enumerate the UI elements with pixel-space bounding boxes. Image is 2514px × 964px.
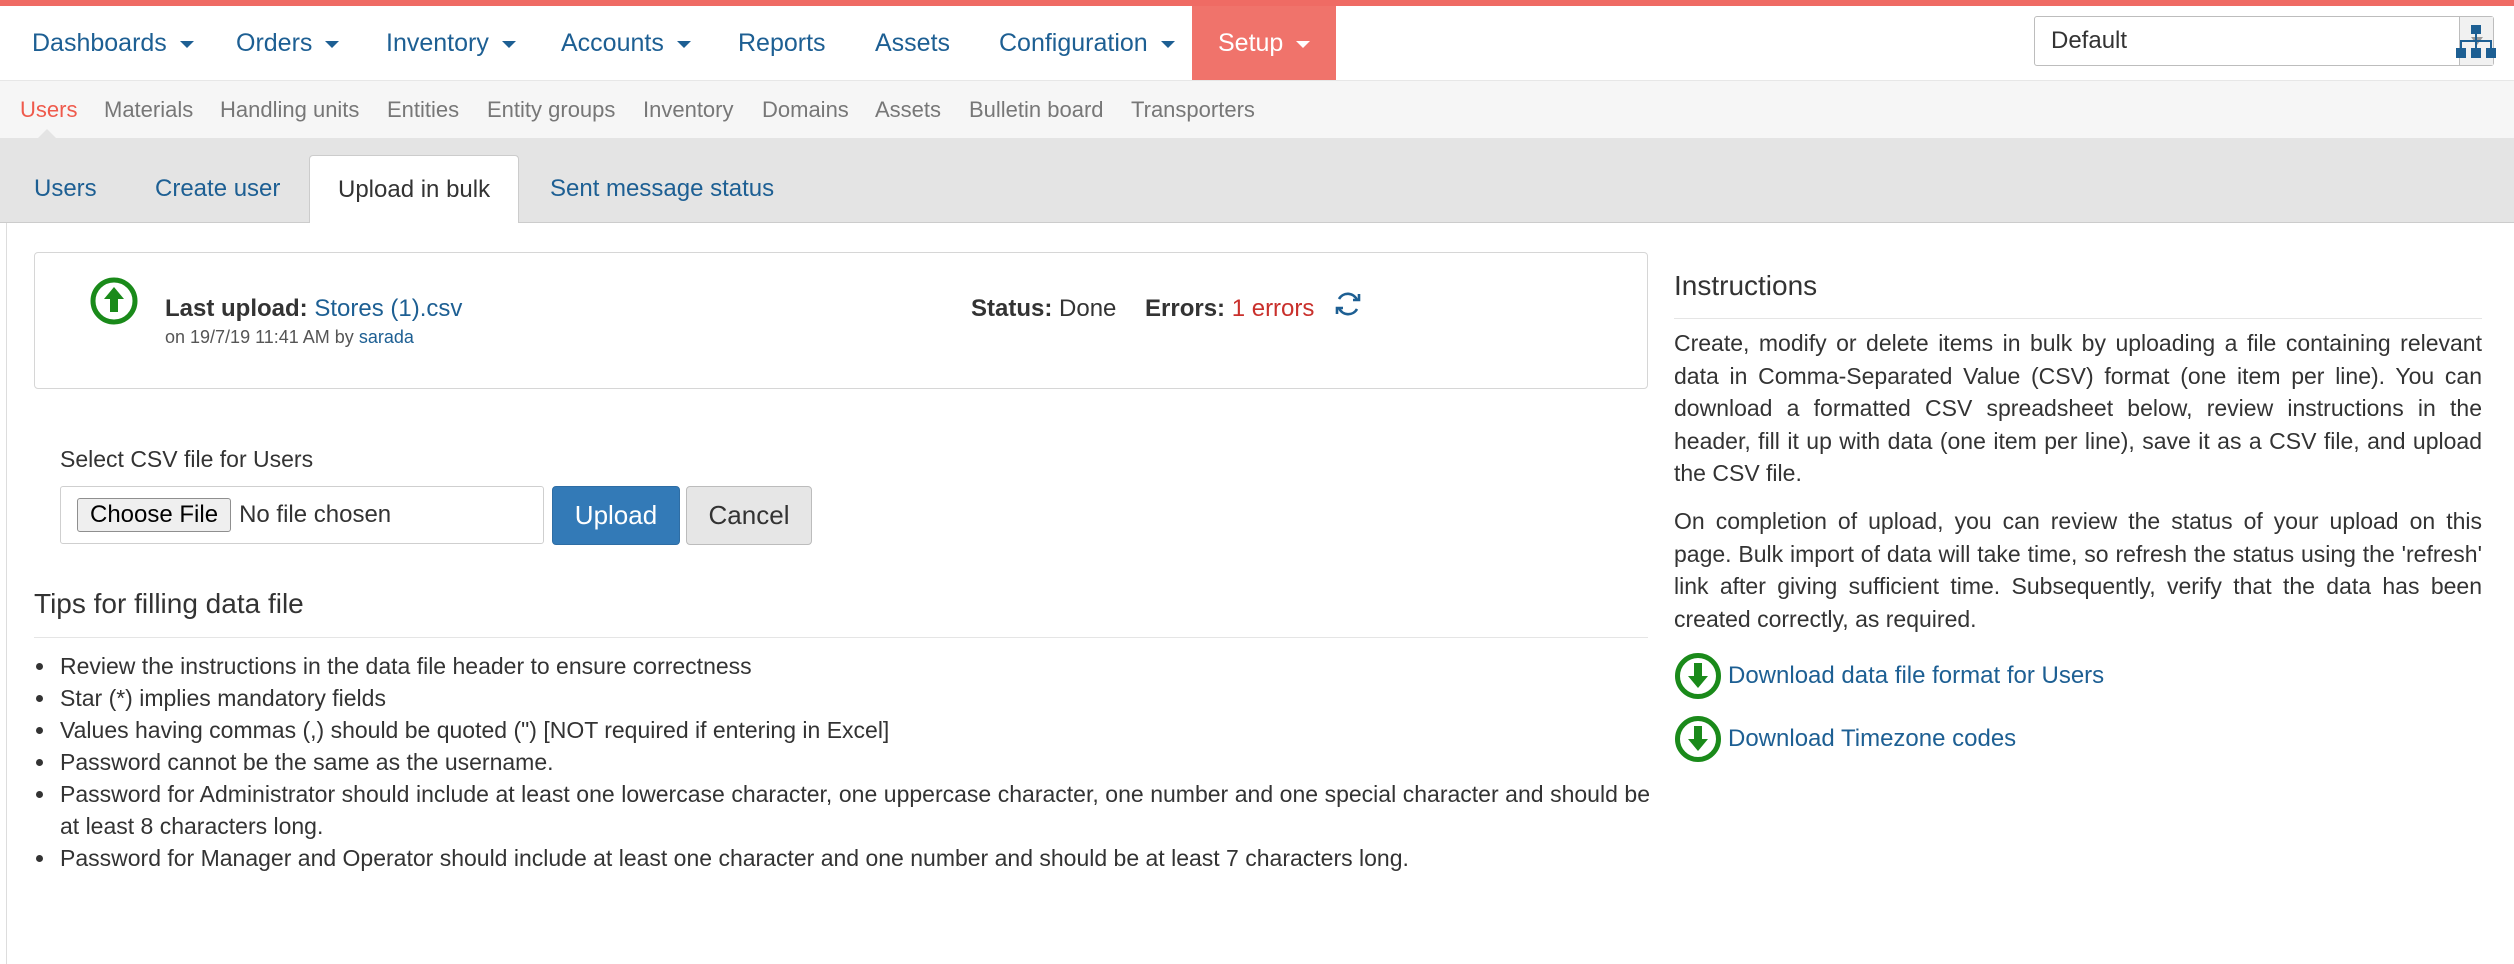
select-csv-label: Select CSV file for Users xyxy=(60,446,314,472)
status-label: Status: xyxy=(971,295,1053,322)
choose-file-button[interactable]: Choose File xyxy=(77,498,232,532)
domain-selector-value: Default xyxy=(2051,27,2128,54)
cancel-button[interactable]: Cancel xyxy=(686,486,812,545)
subnav-inventory[interactable]: Inventory xyxy=(643,81,734,139)
nav-setup[interactable]: Setup xyxy=(1192,6,1337,80)
nav-inventory[interactable]: Inventory xyxy=(386,6,516,80)
download-timezone-label: Download Timezone codes xyxy=(1728,725,2017,752)
upload-status: Status: Done xyxy=(971,295,1116,323)
tips-list: Review the instructions in the data file… xyxy=(36,650,1650,874)
subnav-transporters[interactable]: Transporters xyxy=(1131,81,1255,139)
nav-assets[interactable]: Assets xyxy=(875,6,950,80)
tab-users[interactable]: Users xyxy=(34,155,97,223)
setup-subnav: Users Materials Handling units Entities … xyxy=(0,80,2514,139)
subnav-entity-groups[interactable]: Entity groups xyxy=(487,81,615,139)
upload-status-panel: Last upload: Stores (1).csv on 19/7/19 1… xyxy=(34,252,1648,389)
download-format-link[interactable]: Download data file format for Users xyxy=(1674,651,2104,701)
nav-orders[interactable]: Orders xyxy=(236,6,340,80)
last-upload-file-link[interactable]: Stores (1).csv xyxy=(314,295,462,322)
subnav-materials[interactable]: Materials xyxy=(104,81,193,139)
tip-item: Review the instructions in the data file… xyxy=(36,650,1650,682)
tab-upload-in-bulk[interactable]: Upload in bulk xyxy=(309,155,520,224)
sitemap-icon[interactable] xyxy=(2456,24,2496,60)
caret-down-icon xyxy=(1160,40,1175,48)
nav-configuration[interactable]: Configuration xyxy=(999,6,1175,80)
nav-accounts[interactable]: Accounts xyxy=(561,6,691,80)
tip-item: Values having commas (,) should be quote… xyxy=(36,714,1650,746)
last-upload-label: Last upload: xyxy=(165,295,308,322)
no-file-text: No file chosen xyxy=(239,501,392,528)
upload-meta: on 19/7/19 11:41 AM by sarada xyxy=(165,327,414,348)
upload-user-link[interactable]: sarada xyxy=(359,327,414,347)
caret-down-icon xyxy=(501,40,516,48)
upload-errors: Errors: 1 errors xyxy=(1145,295,1314,323)
instructions-divider xyxy=(1674,318,2482,319)
upload-date-text: on 19/7/19 11:41 AM by xyxy=(165,327,354,347)
download-timezone-link[interactable]: Download Timezone codes xyxy=(1674,714,2016,764)
tip-item: Password cannot be the same as the usern… xyxy=(36,746,1650,778)
refresh-icon[interactable] xyxy=(1333,289,1363,319)
nav-reports[interactable]: Reports xyxy=(738,6,826,80)
domain-selector[interactable]: Default xyxy=(2034,16,2494,66)
caret-down-icon xyxy=(676,40,691,48)
caret-down-icon xyxy=(179,40,194,48)
download-circle-icon xyxy=(1675,653,1721,699)
download-format-label: Download data file format for Users xyxy=(1728,662,2105,689)
tip-item: Star (*) implies mandatory fields xyxy=(36,682,1650,714)
subnav-bulletin-board[interactable]: Bulletin board xyxy=(969,81,1104,139)
tab-sent-message-status[interactable]: Sent message status xyxy=(550,155,774,223)
tip-item: Password for Manager and Operator should… xyxy=(36,842,1650,874)
instructions-heading: Instructions xyxy=(1674,270,1818,301)
upload-button[interactable]: Upload xyxy=(552,486,680,545)
download-circle-icon xyxy=(1675,716,1721,762)
tips-heading: Tips for filling data file xyxy=(34,588,304,619)
tab-create-user[interactable]: Create user xyxy=(155,155,280,223)
subnav-assets[interactable]: Assets xyxy=(875,81,941,139)
upload-circle-icon xyxy=(90,277,138,325)
last-upload-line: Last upload: Stores (1).csv xyxy=(165,295,462,323)
subnav-domains[interactable]: Domains xyxy=(762,81,849,139)
instructions-paragraph-2: On completion of upload, you can review … xyxy=(1674,508,2482,632)
instructions-paragraph-1: Create, modify or delete items in bulk b… xyxy=(1674,330,2482,486)
csv-file-input[interactable]: Choose File No file chosen xyxy=(60,486,544,544)
tips-divider xyxy=(34,637,1648,638)
subnav-entities[interactable]: Entities xyxy=(387,81,459,139)
tip-item: Password for Administrator should includ… xyxy=(36,778,1650,842)
status-value: Done xyxy=(1059,295,1117,322)
tab-bar: Users Create user Upload in bulk Sent me… xyxy=(0,138,2514,224)
nav-dashboards[interactable]: Dashboards xyxy=(32,6,194,80)
errors-link[interactable]: 1 errors xyxy=(1232,295,1315,322)
subnav-handling-units[interactable]: Handling units xyxy=(220,81,359,139)
caret-down-icon xyxy=(325,40,340,48)
caret-down-icon xyxy=(1296,40,1311,48)
errors-label: Errors: xyxy=(1145,295,1226,322)
